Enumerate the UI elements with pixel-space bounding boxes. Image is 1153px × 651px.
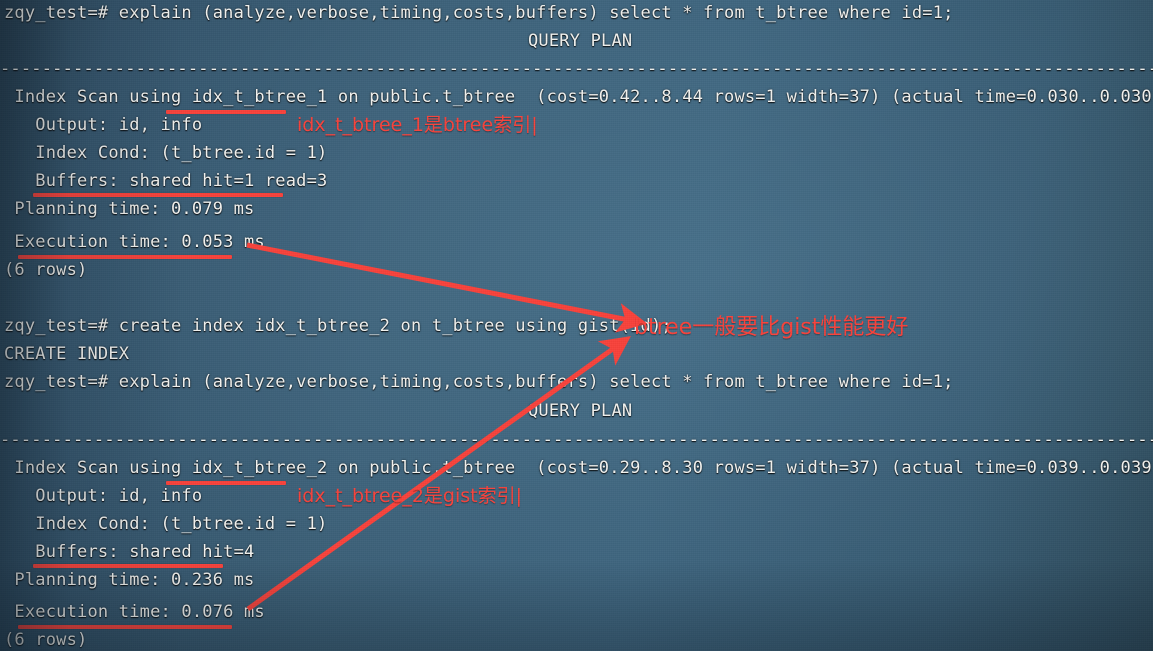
terminal-line: zqy_test=# explain (analyze,verbose,timi…: [4, 3, 954, 23]
terminal-line: zqy_test=# explain (analyze,verbose,timi…: [4, 372, 954, 392]
terminal-line: Planning time: 0.079 ms: [4, 199, 255, 219]
terminal-line: Execution time: 0.053 ms: [4, 232, 265, 252]
annotation-note: idx_t_btree_2是gist索引|: [297, 485, 522, 507]
terminal-line: (6 rows): [4, 630, 88, 650]
terminal-line: QUERY PLAN: [528, 31, 633, 51]
terminal-line: Output: id, info: [4, 486, 203, 506]
terminal-line: Index Scan using idx_t_btree_2 on public…: [14, 458, 1152, 478]
terminal-line: zqy_test=# create index idx_t_btree_2 on…: [4, 316, 672, 336]
red-underline: [166, 481, 286, 485]
annotation-note: btree一般要比gist性能更好: [634, 315, 909, 340]
red-underline: [18, 625, 232, 629]
terminal-line: CREATE INDEX: [4, 344, 130, 364]
terminal-line: (6 rows): [4, 260, 88, 280]
terminal-line: Execution time: 0.076 ms: [4, 602, 265, 622]
annotation-arrow: [246, 242, 648, 333]
terminal-line: ----------------------------------------…: [0, 59, 1153, 79]
annotation-note: idx_t_btree_1是btree索引|: [297, 114, 538, 136]
terminal-line: Output: id, info: [4, 115, 203, 135]
terminal-line: Index Scan using idx_t_btree_1 on public…: [14, 87, 1152, 107]
terminal-line: Buffers: shared hit=4: [4, 542, 255, 562]
terminal-line: Index Cond: (t_btree.id = 1): [4, 514, 328, 534]
red-underline: [166, 110, 286, 114]
terminal-line: Index Cond: (t_btree.id = 1): [4, 143, 328, 163]
terminal-line: Buffers: shared hit=1 read=3: [4, 171, 328, 191]
terminal-line: ----------------------------------------…: [0, 430, 1153, 450]
red-underline: [33, 193, 283, 197]
terminal-line: Planning time: 0.236 ms: [4, 570, 255, 590]
red-underline: [33, 564, 223, 568]
terminal-line: QUERY PLAN: [528, 401, 633, 421]
red-underline: [18, 255, 232, 259]
terminal-screen: zqy_test=# explain (analyze,verbose,timi…: [0, 0, 1153, 651]
